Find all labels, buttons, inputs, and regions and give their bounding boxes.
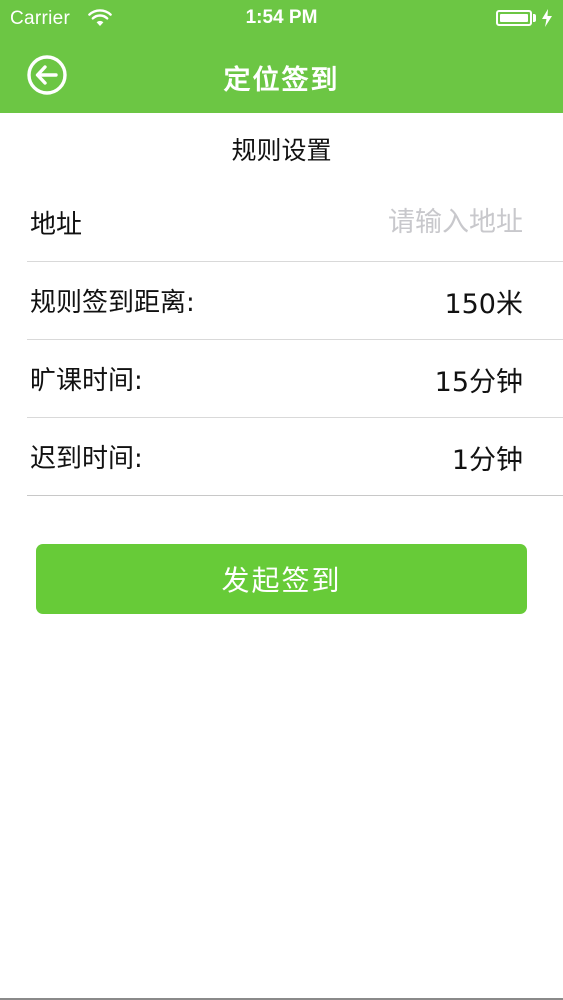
address-label: 地址 xyxy=(30,210,83,240)
address-row: 地址 xyxy=(27,184,563,262)
late-time-value: 1分钟 xyxy=(451,445,523,476)
late-time-row[interactable]: 迟到时间: 1分钟 xyxy=(27,418,563,496)
absence-time-value: 15分钟 xyxy=(434,367,523,398)
page-title: 定位签到 xyxy=(223,65,340,96)
absence-time-label: 旷课时间: xyxy=(30,366,143,396)
battery-icon xyxy=(496,10,532,26)
nav-bar: 定位签到 xyxy=(0,38,563,113)
status-bar: Carrier 1:54 PM xyxy=(0,0,563,38)
app-header: Carrier 1:54 PM 定位签到 xyxy=(0,0,563,113)
charging-icon xyxy=(542,9,552,27)
late-time-label: 迟到时间: xyxy=(30,444,143,474)
screen: Carrier 1:54 PM 定位签到 规则设置 地址 请输入地址 规则签到距… xyxy=(0,0,563,1000)
battery-level xyxy=(500,14,528,22)
battery-cap xyxy=(533,14,536,22)
distance-label: 规则签到距离: xyxy=(30,288,195,318)
section-title: 规则设置 xyxy=(231,136,332,165)
distance-row[interactable]: 规则签到距离: 150米 xyxy=(27,262,563,340)
rules-form: 地址 规则签到距离: 150米 旷课时间: 15分钟 迟到时间: 1分钟 xyxy=(27,184,563,496)
start-checkin-button[interactable]: 发起签到 xyxy=(36,544,527,614)
address-input[interactable] xyxy=(263,200,523,244)
status-time: 1:54 PM xyxy=(245,7,318,28)
absence-time-row[interactable]: 旷课时间: 15分钟 xyxy=(27,340,563,418)
distance-value: 150米 xyxy=(444,289,523,320)
